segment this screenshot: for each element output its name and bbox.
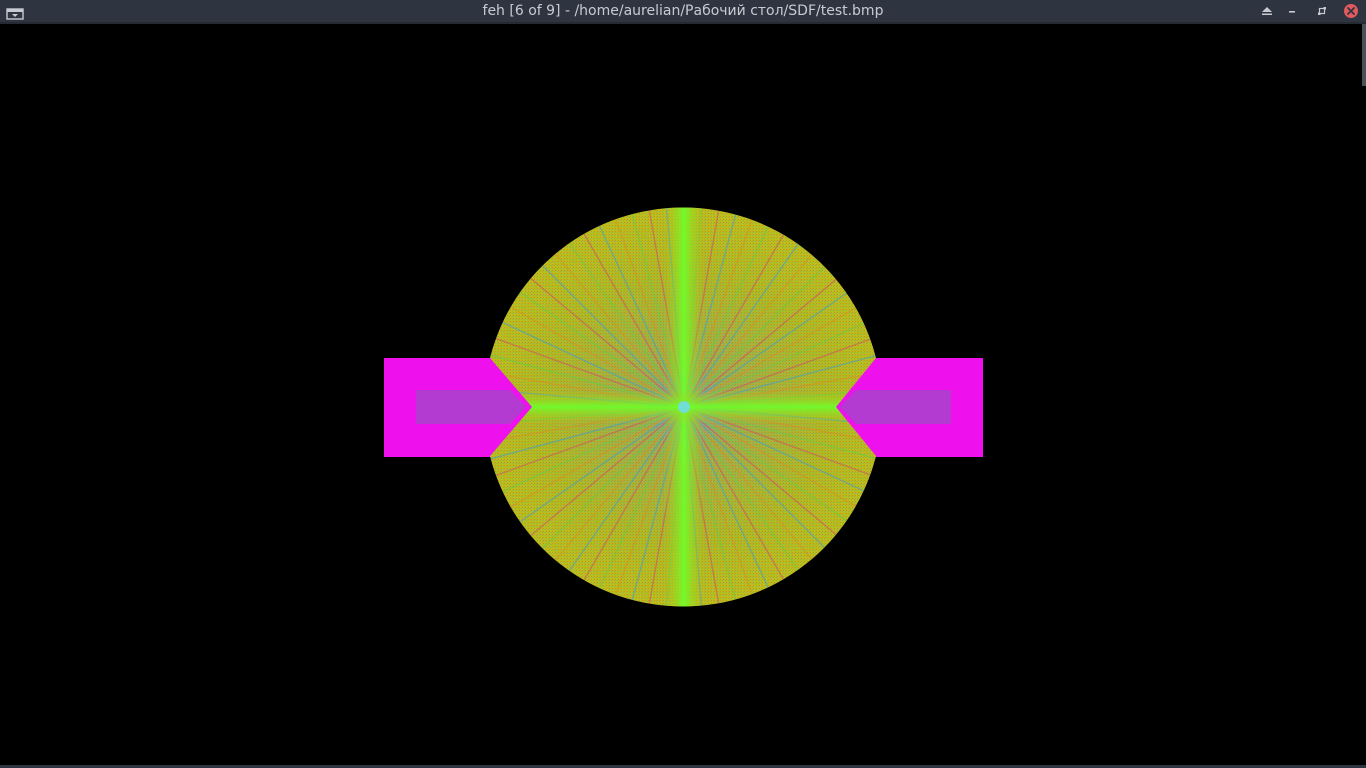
right-inner-fill — [856, 390, 900, 424]
left-inner-fill — [470, 390, 510, 424]
minimize-button[interactable] — [1284, 3, 1300, 19]
feh-window: feh [6 of 9] - /home/aurelian/Рабочий ст… — [0, 0, 1366, 768]
image-viewport[interactable] — [0, 24, 1366, 765]
keep-above-button[interactable] — [1259, 3, 1275, 19]
eject-up-icon — [1262, 7, 1272, 15]
close-icon — [1344, 4, 1358, 18]
scrollbar-thumb[interactable] — [1362, 24, 1366, 86]
window-title: feh [6 of 9] - /home/aurelian/Рабочий ст… — [482, 3, 884, 19]
sdf-render-image — [384, 207, 983, 607]
titlebar[interactable]: feh [6 of 9] - /home/aurelian/Рабочий ст… — [0, 0, 1366, 22]
minimize-icon — [1289, 11, 1295, 13]
maximize-button[interactable] — [1314, 3, 1330, 19]
close-button[interactable] — [1343, 3, 1359, 19]
restore-icon — [1318, 7, 1326, 15]
